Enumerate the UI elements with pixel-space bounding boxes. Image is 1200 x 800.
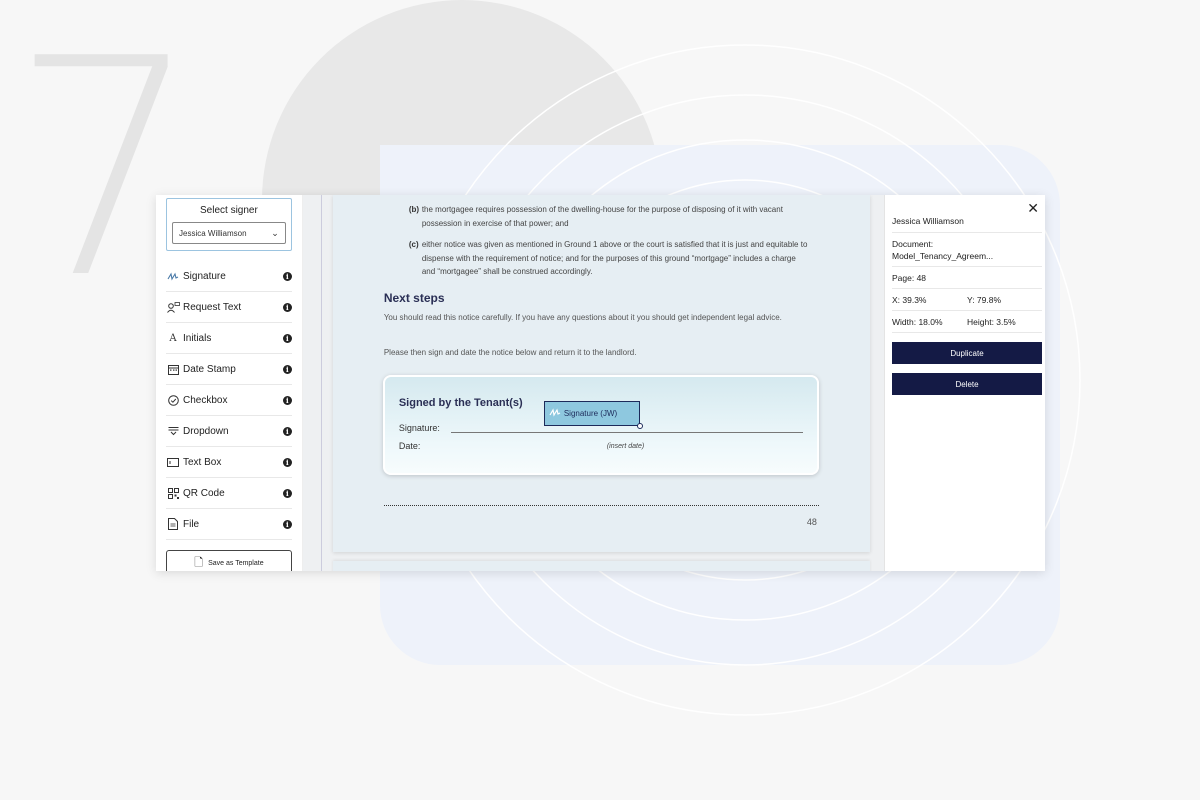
initials-icon: A: [169, 332, 177, 344]
file-icon: [166, 518, 180, 530]
document-label: Document:: [892, 239, 934, 249]
page-number: 48: [806, 517, 817, 527]
tool-checkbox[interactable]: Checkbox i: [166, 385, 292, 416]
clause-marker: (b): [408, 205, 420, 214]
position-info: X: 39.3% Y: 79.8%: [892, 294, 1042, 311]
delete-button[interactable]: Delete: [892, 373, 1042, 395]
date-stamp-icon: [166, 364, 180, 375]
signature-field-label: Signature (JW): [563, 409, 618, 418]
tool-list: Signature i Request Text i A Initials i …: [166, 261, 292, 540]
info-icon[interactable]: i: [282, 333, 292, 343]
insert-date-hint: (insert date): [606, 443, 645, 450]
signer-value: Jessica Williamson: [179, 228, 247, 238]
signer-title: Select signer: [200, 205, 258, 216]
clause-c: (c) either notice was given as mentioned…: [409, 238, 809, 279]
scroll-rail: [320, 195, 322, 571]
resize-handle[interactable]: [636, 423, 643, 429]
signer-name: Jessica Williamson: [892, 216, 964, 226]
next-page: [332, 561, 870, 571]
tool-label: Signature: [183, 270, 226, 282]
page-info: Page: 48: [892, 272, 1042, 289]
text-box-icon: [166, 457, 180, 467]
tool-text-box[interactable]: Text Box i: [166, 447, 292, 478]
document-page: (b) the mortgagee requires possession of…: [332, 195, 870, 552]
qr-code-icon: [166, 487, 180, 499]
chevron-down-icon: ⌄: [271, 227, 279, 238]
tool-label: Text Box: [183, 456, 222, 468]
tool-initials[interactable]: A Initials i: [166, 323, 292, 354]
clause-text: the mortgagee requires possession of the…: [421, 205, 783, 228]
tool-qr-code[interactable]: QR Code i: [166, 478, 292, 509]
tool-label: Dropdown: [183, 425, 229, 437]
signature-icon: [549, 407, 561, 420]
document-icon: 🗋: [194, 556, 204, 569]
clause-b: (b) the mortgagee requires possession of…: [409, 203, 809, 230]
duplicate-button[interactable]: Duplicate: [892, 342, 1042, 364]
tool-date-stamp[interactable]: Date Stamp i: [166, 354, 292, 385]
info-icon[interactable]: i: [282, 364, 292, 374]
clause-marker: (c): [408, 240, 419, 249]
tool-label: Date Stamp: [183, 363, 236, 375]
tools-panel: Select signer Jessica Williamson ⌄ Signa…: [156, 195, 303, 571]
info-icon[interactable]: i: [282, 271, 292, 281]
signer-selector: Select signer Jessica Williamson ⌄: [166, 198, 292, 251]
tool-label: Checkbox: [183, 394, 228, 406]
request-text-icon: [166, 301, 180, 313]
field-properties-panel: ✕ Jessica Williamson Document: Model_Ten…: [885, 195, 1045, 571]
paragraph: Please then sign and date the notice bel…: [383, 348, 637, 357]
tool-label: File: [183, 518, 200, 530]
paragraph: You should read this notice carefully. I…: [383, 313, 782, 322]
signer-dropdown[interactable]: Jessica Williamson ⌄: [172, 222, 286, 244]
page-footer-rule: [383, 505, 819, 506]
tool-label: QR Code: [183, 487, 225, 499]
info-icon[interactable]: i: [282, 457, 292, 467]
tool-signature[interactable]: Signature i: [166, 261, 292, 292]
signature-card-title: Signed by the Tenant(s): [398, 397, 523, 409]
save-as-template-label: Save as Template: [208, 559, 264, 567]
y-position: Y: 79.8%: [967, 295, 1002, 305]
tool-request-text[interactable]: Request Text i: [166, 292, 292, 323]
signature-label: Signature:: [398, 423, 440, 433]
close-icon[interactable]: ✕: [1027, 201, 1039, 215]
tool-label: Request Text: [183, 301, 242, 313]
document-viewer[interactable]: (b) the mortgagee requires possession of…: [302, 195, 885, 571]
signature-icon: [166, 271, 180, 281]
height-value: Height: 3.5%: [967, 317, 1016, 327]
checkbox-icon: [166, 394, 180, 406]
info-icon[interactable]: i: [282, 519, 292, 529]
info-icon[interactable]: i: [282, 302, 292, 312]
tool-file[interactable]: File i: [166, 509, 292, 540]
x-position: X: 39.3%: [892, 295, 927, 305]
size-info: Width: 18.0% Height: 3.5%: [892, 316, 1042, 333]
info-icon[interactable]: i: [282, 395, 292, 405]
date-label: Date:: [398, 441, 421, 451]
signature-field[interactable]: Signature (JW): [543, 401, 643, 429]
signature-line: [450, 432, 803, 433]
document-info: Document: Model_Tenancy_Agreem...: [892, 238, 1042, 267]
next-steps-heading: Next steps: [383, 291, 445, 305]
signature-card: Signed by the Tenant(s) Signature: Date:…: [382, 375, 819, 475]
clause-text: either notice was given as mentioned in …: [421, 240, 808, 276]
document-name: Model_Tenancy_Agreem...: [892, 251, 994, 261]
info-icon[interactable]: i: [282, 426, 292, 436]
tool-dropdown[interactable]: Dropdown i: [166, 416, 292, 447]
dropdown-icon: [166, 426, 180, 436]
tool-label: Initials: [183, 332, 212, 344]
app-window: Select signer Jessica Williamson ⌄ Signa…: [156, 195, 1045, 571]
info-icon[interactable]: i: [282, 488, 292, 498]
save-as-template-button[interactable]: 🗋 Save as Template: [166, 550, 292, 571]
width-value: Width: 18.0%: [892, 317, 943, 327]
